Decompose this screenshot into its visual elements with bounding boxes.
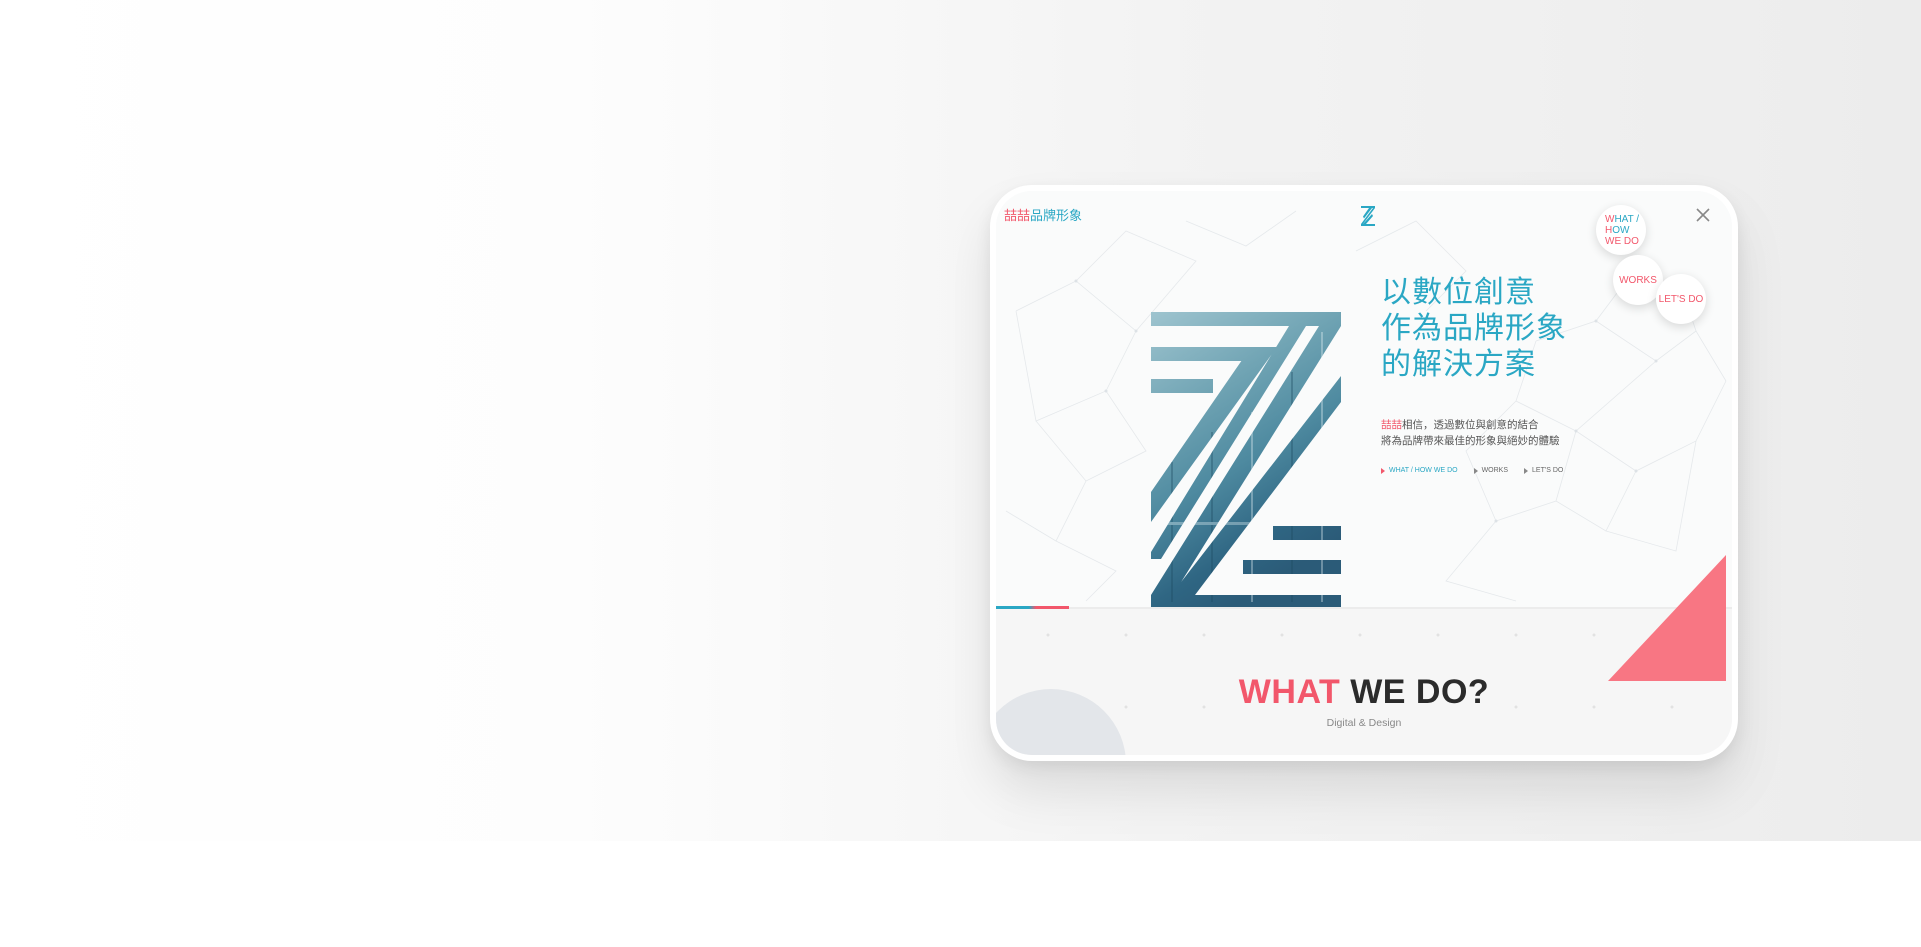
bubble-what-blue: HAT / [1614,213,1640,225]
desc-highlight: 喆喆 [1381,419,1402,431]
brand-name: 品牌形象 [1030,208,1083,223]
hero-mini-nav: WHAT / HOW WE DO WORKS LET'S DO [1381,467,1563,474]
mini-nav-what-how[interactable]: WHAT / HOW WE DO [1381,467,1458,474]
section-subtitle: Digital & Design [1326,717,1402,729]
hero-section: 喆喆品牌形象 WHAT / HOW WE DO WORKS LET'S DO 以… [996,191,1732,609]
headline-line-3: 的解決方案 [1381,347,1536,382]
z-hero-graphic [1151,312,1341,609]
title-rest: WE DO? [1340,673,1490,711]
close-icon[interactable] [1694,206,1712,224]
bubble-we-do: WE DO [1605,235,1639,247]
headline-line-2: 作為品牌形象 [1381,311,1567,346]
what-how-we-do-bubble[interactable]: WHAT / HOW WE DO [1596,205,1646,255]
brand-logo-text[interactable]: 喆喆品牌形象 [1004,205,1082,224]
play-icon [1473,467,1478,474]
tablet-device-frame: 喆喆品牌形象 WHAT / HOW WE DO WORKS LET'S DO 以… [990,185,1738,761]
title-highlight: WHAT [1238,673,1341,711]
mini-nav-works[interactable]: WORKS [1473,467,1509,474]
mini-nav-lets-do[interactable]: LET'S DO [1524,467,1563,474]
desc-line-1: 相信，透過數位與創意的結合 [1402,419,1539,431]
hero-headline: 以數位創意 作為品牌形象 的解決方案 [1381,275,1567,383]
hero-description: 喆喆相信，透過數位與創意的結合 將為品牌帶來最佳的形象與絕妙的體驗 [1381,417,1560,449]
headline-line-1: 以數位創意 [1381,275,1536,310]
lets-do-bubble[interactable]: LET'S DO [1656,274,1706,324]
mini-nav-label: WHAT / HOW WE DO [1389,467,1458,474]
bubble-how-blue: OW [1612,224,1630,236]
brand-highlight: 喆喆 [1004,208,1031,223]
desc-line-2: 將為品牌帶來最佳的形象與絕妙的體驗 [1381,435,1560,447]
decorative-triangle [1608,555,1726,681]
website-screen: 喆喆品牌形象 WHAT / HOW WE DO WORKS LET'S DO 以… [996,191,1732,755]
play-icon [1381,467,1385,474]
play-icon [1524,467,1529,474]
mini-nav-label: LET'S DO [1532,467,1564,474]
z-logo-icon[interactable] [1360,205,1376,227]
mini-nav-label: WORKS [1481,467,1509,474]
